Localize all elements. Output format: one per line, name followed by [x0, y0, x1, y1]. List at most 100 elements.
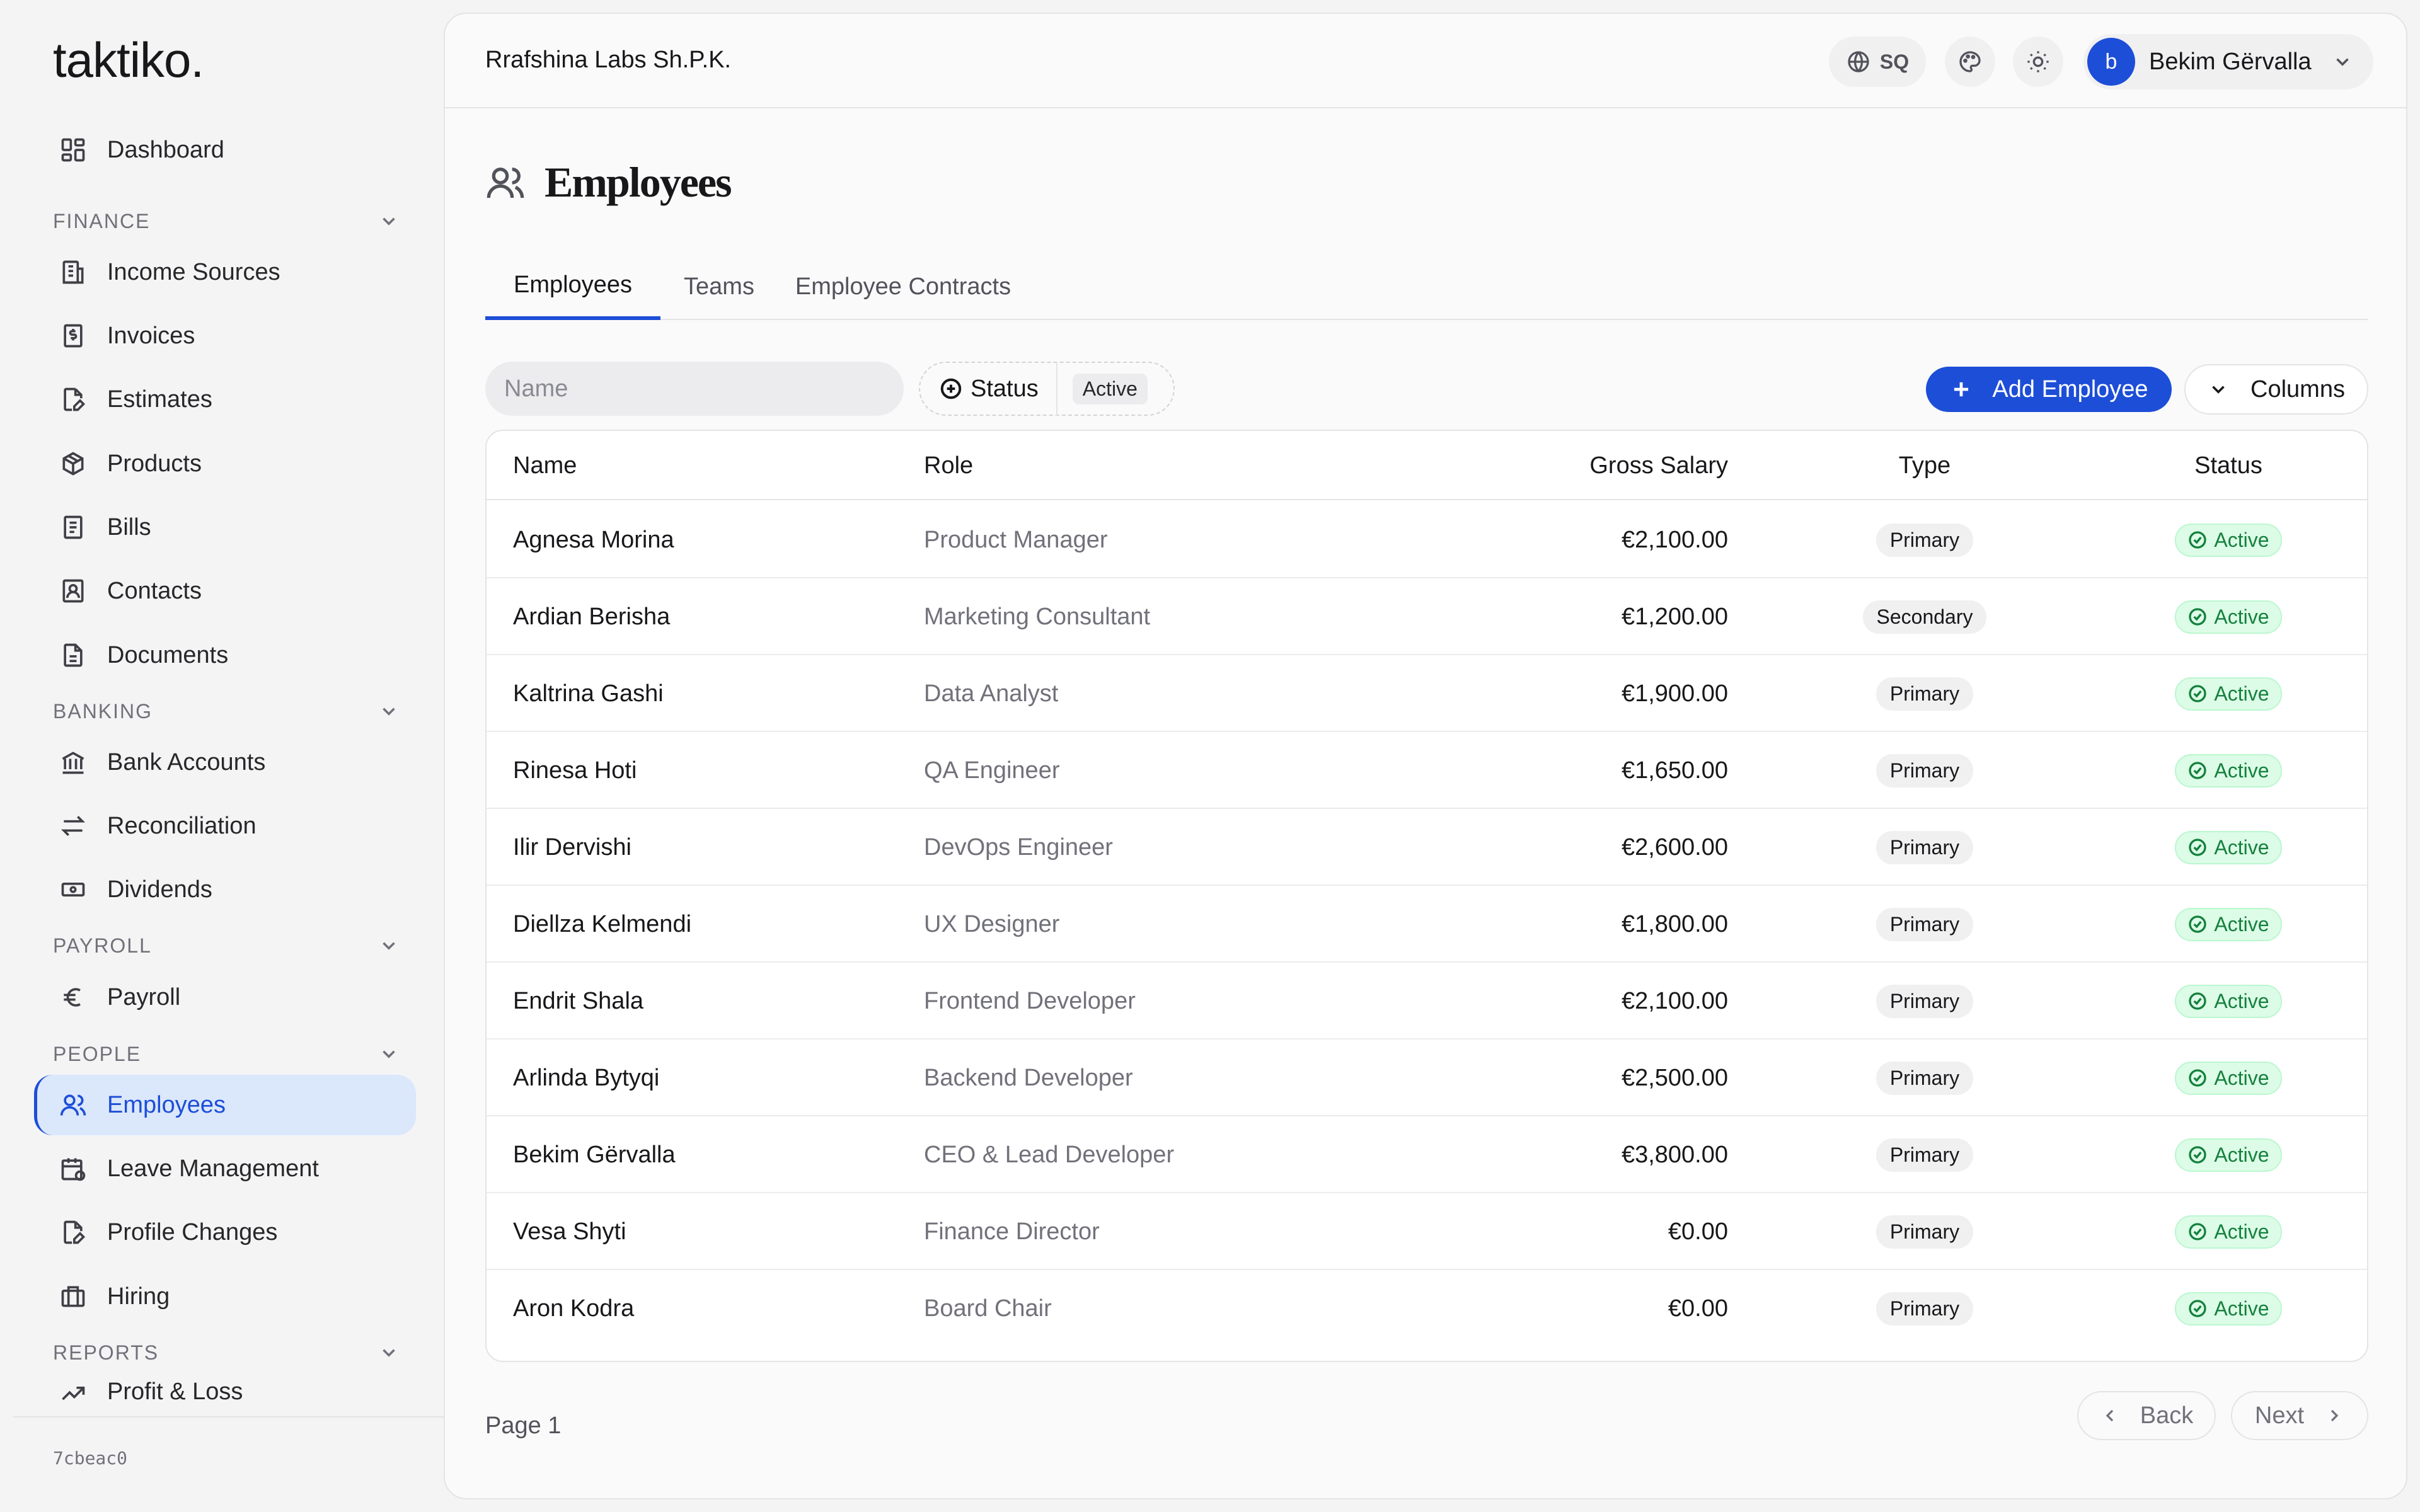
section-finance[interactable]: FINANCE [53, 205, 400, 237]
check-circle-icon [2189, 1146, 2207, 1164]
section-reports[interactable]: REPORTS [53, 1337, 400, 1368]
logo[interactable]: taktiko. [53, 32, 204, 89]
employee-name[interactable]: Arlinda Bytyqi [513, 1040, 659, 1116]
table-row[interactable]: Ilir Dervishi DevOps Engineer €2,600.00 Pri… [487, 809, 2367, 886]
employee-role: Backend Developer [924, 1064, 1133, 1091]
type-badge: Primary [1876, 1061, 1974, 1095]
next-button[interactable]: Next [2231, 1391, 2368, 1440]
employee-salary: €0.00 [1668, 1295, 1728, 1322]
sidebar-item-profit-loss[interactable]: Profit & Loss [34, 1373, 416, 1418]
table-row[interactable]: Ardian Berisha Marketing Consultant €1,200… [487, 578, 2367, 655]
add-employee-button[interactable]: Add Employee [1926, 367, 2172, 412]
status-cell: Active [2116, 886, 2341, 963]
table-row[interactable]: Vesa Shyti Finance Director €0.00 Primary Ac… [487, 1193, 2367, 1270]
status-cell: Active [2116, 1270, 2341, 1347]
chevron-right-icon [2331, 1409, 2339, 1422]
type-badge: Primary [1876, 1215, 1974, 1249]
palette-button[interactable] [1945, 37, 1995, 87]
column-header-name[interactable]: Name [513, 431, 577, 500]
sidebar-item-hiring[interactable]: Hiring [34, 1266, 416, 1327]
status-filter-label: Status [971, 375, 1039, 402]
table-row[interactable]: Diellza Kelmendi UX Designer €1,800.00 Prim… [487, 886, 2367, 963]
table-row[interactable]: Aron Kodra Board Chair €0.00 Primary Active [487, 1270, 2367, 1347]
employee-name[interactable]: Aron Kodra [513, 1270, 634, 1347]
employee-name[interactable]: Agnesa Morina [513, 501, 674, 578]
tab-teams[interactable]: Teams [668, 253, 770, 320]
user-menu-button[interactable]: b Bekim Gërvalla [2083, 34, 2373, 89]
type-cell: Primary [1814, 809, 2036, 886]
tab-employee-contracts[interactable]: Employee Contracts [780, 253, 1026, 320]
sidebar-item-dividends[interactable]: Dividends [34, 859, 416, 920]
status-badge: Active [2175, 984, 2282, 1018]
sidebar-item-income-sources[interactable]: Income Sources [34, 242, 416, 302]
name-search-input[interactable] [485, 362, 904, 416]
table-row[interactable]: Arlinda Bytyqi Backend Developer €2,500.00… [487, 1040, 2367, 1116]
employee-role: CEO & Lead Developer [924, 1141, 1175, 1168]
status-badge: Active [2175, 1215, 2282, 1249]
add-employee-label: Add Employee [1992, 375, 2148, 403]
employee-name[interactable]: Rinesa Hoti [513, 732, 637, 809]
theme-toggle-button[interactable] [2013, 37, 2063, 87]
employee-name[interactable]: Ardian Berisha [513, 578, 670, 655]
type-cell: Primary [1814, 1193, 2036, 1270]
employee-name[interactable]: Vesa Shyti [513, 1193, 626, 1270]
sidebar-item-payroll[interactable]: Payroll [34, 967, 416, 1028]
receipt-icon [58, 512, 88, 542]
status-badge: Active [2175, 677, 2282, 711]
sidebar-item-documents[interactable]: Documents [34, 625, 416, 685]
employee-role: UX Designer [924, 910, 1060, 937]
employee-role: DevOps Engineer [924, 833, 1113, 861]
table-row[interactable]: Agnesa Morina Product Manager €2,100.00 Pri… [487, 501, 2367, 578]
section-people[interactable]: PEOPLE [53, 1038, 400, 1070]
status-cell: Active [2116, 732, 2341, 809]
employee-name[interactable]: Bekim Gërvalla [513, 1116, 676, 1193]
type-badge: Primary [1876, 523, 1974, 557]
column-header-status[interactable]: Status [2116, 431, 2341, 500]
status-text: Active [2214, 1066, 2269, 1089]
employee-name[interactable]: Ilir Dervishi [513, 809, 631, 886]
employee-role: Finance Director [924, 1218, 1100, 1245]
sidebar-item-estimates[interactable]: Estimates [34, 369, 416, 430]
sidebar-item-reconciliation[interactable]: Reconciliation [34, 796, 416, 856]
employee-name[interactable]: Endrit Shala [513, 963, 643, 1040]
sidebar-item-dashboard[interactable]: Dashboard [34, 120, 416, 180]
status-cell: Active [2116, 963, 2341, 1040]
check-circle-icon [2189, 1300, 2207, 1317]
status-filter-button[interactable]: Status Active [919, 362, 1175, 416]
table-row[interactable]: Rinesa Hoti QA Engineer €1,650.00 Primary Ac… [487, 732, 2367, 809]
sidebar-item-invoices[interactable]: Invoices [34, 306, 416, 366]
company-name[interactable]: Rrafshina Labs Sh.P.K. [485, 47, 731, 74]
sidebar-item-bank-accounts[interactable]: Bank Accounts [34, 732, 416, 793]
sidebar-item-leave-management[interactable]: Leave Management [34, 1138, 416, 1199]
sidebar-item-employees[interactable]: Employees [34, 1075, 416, 1135]
sun-icon [2027, 51, 2049, 72]
type-cell: Primary [1814, 1116, 2036, 1193]
employee-salary: €2,600.00 [1621, 833, 1728, 861]
section-banking[interactable]: BANKING [53, 696, 400, 727]
sidebar-item-products[interactable]: Products [34, 433, 416, 494]
back-button[interactable]: Back [2077, 1391, 2216, 1440]
table-row[interactable]: Endrit Shala Frontend Developer €2,100.00 P… [487, 963, 2367, 1040]
sidebar-item-profile-changes[interactable]: Profile Changes [34, 1202, 416, 1263]
section-label: FINANCE [53, 209, 151, 232]
table-row[interactable]: Bekim Gërvalla CEO & Lead Developer €3,800… [487, 1116, 2367, 1193]
employee-role: Board Chair [924, 1295, 1052, 1322]
employee-salary: €2,100.00 [1621, 987, 1728, 1014]
dashboard-icon [58, 135, 88, 165]
language-button[interactable]: SQ [1829, 37, 1926, 87]
employee-name[interactable]: Diellza Kelmendi [513, 886, 691, 963]
columns-button[interactable]: Columns [2184, 364, 2368, 415]
section-payroll[interactable]: PAYROLL [53, 930, 400, 961]
type-cell: Primary [1814, 1270, 2036, 1347]
column-header-type[interactable]: Type [1814, 431, 2036, 500]
column-header-role[interactable]: Role [924, 431, 973, 500]
employee-name[interactable]: Kaltrina Gashi [513, 655, 664, 732]
sidebar-item-label: Leave Management [107, 1155, 319, 1182]
sidebar-item-contacts[interactable]: Contacts [34, 561, 416, 621]
sidebar-item-bills[interactable]: Bills [34, 497, 416, 558]
tab-employees[interactable]: Employees [485, 253, 660, 320]
table-row[interactable]: Kaltrina Gashi Data Analyst €1,900.00 Prima… [487, 655, 2367, 732]
sidebar-item-label: Payroll [107, 983, 181, 1011]
next-label: Next [2254, 1402, 2305, 1429]
column-header-gross-salary[interactable]: Gross Salary [1589, 431, 1728, 500]
